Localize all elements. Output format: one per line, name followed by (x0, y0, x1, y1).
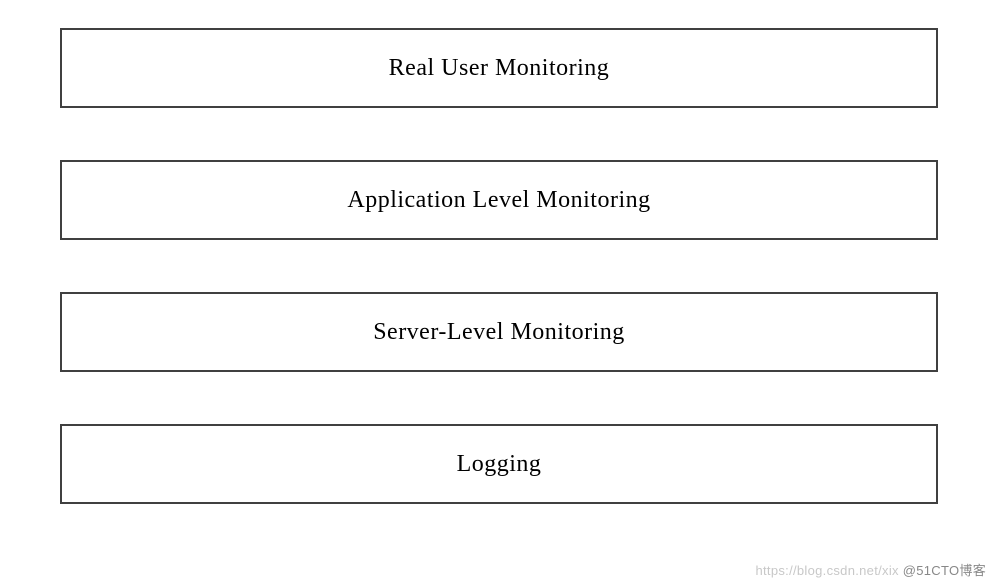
watermark-dark: @51CTO博客 (903, 563, 986, 578)
box-server-level-monitoring: Server-Level Monitoring (60, 292, 938, 372)
watermark-faint: https://blog.csdn.net/xix (755, 563, 902, 578)
watermark: https://blog.csdn.net/xix @51CTO博客 (755, 560, 986, 579)
box-label: Logging (457, 451, 542, 478)
box-real-user-monitoring: Real User Monitoring (60, 28, 938, 108)
box-label: Real User Monitoring (389, 55, 610, 82)
box-label: Server-Level Monitoring (373, 319, 625, 346)
diagram-container: Real User Monitoring Application Level M… (60, 28, 938, 504)
box-application-level-monitoring: Application Level Monitoring (60, 160, 938, 240)
box-logging: Logging (60, 424, 938, 504)
box-label: Application Level Monitoring (347, 187, 650, 214)
